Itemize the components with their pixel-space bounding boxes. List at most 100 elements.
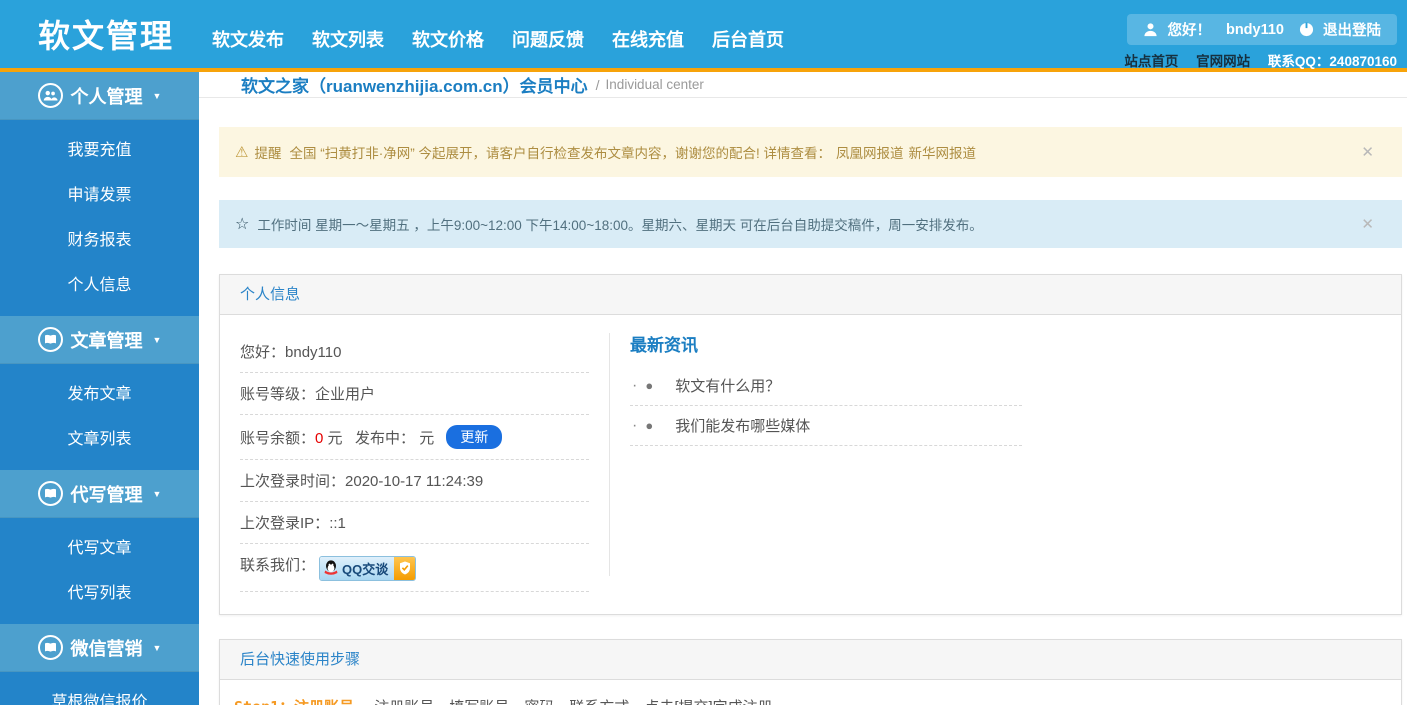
publishing-unit: 元: [415, 430, 435, 447]
greeting-label: 您好：: [240, 344, 286, 361]
close-icon[interactable]: ✕: [1361, 215, 1374, 233]
site-home-link[interactable]: 站点首页: [1124, 54, 1178, 69]
sidebar-item-finance-report[interactable]: 财务报表: [0, 218, 199, 263]
profile-username: bndy110: [285, 344, 342, 361]
bullet-icon: ●: [645, 378, 654, 393]
last-ip-value: ::1: [329, 515, 346, 532]
warning-alert: ⚠ 提醒 全国 “扫黄打非·净网” 今起展开，请客户自行检查发布文章内容，谢谢您…: [219, 127, 1402, 177]
quick-steps-panel: 后台快速使用步骤 Step1：注册账号 注册账号，填写账号、密码、联系方式，点击…: [219, 638, 1402, 705]
profile-row-balance: 账号余额：0 元 发布中： 元 更新: [240, 415, 589, 460]
profile-row-greeting: 您好：bndy110: [240, 331, 589, 373]
sidebar-section-ghostwriting[interactable]: 代写管理 ▼: [0, 470, 199, 518]
last-ip-label: 上次登录IP：: [240, 515, 330, 532]
news-title: 最新资讯: [630, 336, 698, 355]
last-login-label: 上次登录时间：: [240, 473, 346, 490]
news-item-text: 软文有什么用？: [675, 378, 781, 395]
sidebar-section-label: 微信营销: [70, 638, 143, 659]
profile-row-level: 账号等级：企业用户: [240, 373, 589, 415]
step1-text: 注册账号，填写账号、密码、联系方式，点击[提交]完成注册: [374, 699, 772, 705]
chevron-down-icon: ▼: [152, 90, 162, 101]
nav-item-backend-home[interactable]: 后台首页: [698, 20, 798, 58]
nav-item-feedback[interactable]: 问题反馈: [498, 20, 598, 58]
user-icon: [1143, 22, 1158, 37]
qq-chat-label: QQ交谈: [342, 561, 389, 577]
warning-text: 全国 “扫黄打非·净网” 今起展开，请客户自行检查发布文章内容，谢谢您的配合! …: [289, 146, 831, 161]
sidebar-item-invoice[interactable]: 申请发票: [0, 173, 199, 218]
book-icon: [37, 327, 63, 352]
bullet-icon: ·: [632, 416, 638, 434]
book-icon: [37, 481, 63, 506]
sidebar-item-publish-article[interactable]: 发布文章: [0, 372, 199, 417]
sidebar-item-personal-info[interactable]: 个人信息: [0, 263, 199, 308]
greeting-text: 您好！: [1167, 23, 1211, 39]
warning-link-xinhua[interactable]: 新华网报道: [908, 142, 976, 162]
top-nav: 软文发布 软文列表 软文价格 问题反馈 在线充值 后台首页: [198, 20, 798, 58]
personal-info-panel: 个人信息 您好：bndy110 账号等级：企业用户 账号余额：0 元 发布中： …: [219, 274, 1402, 615]
sidebar-section-articles[interactable]: 文章管理 ▼: [0, 316, 199, 364]
profile-row-last-ip: 上次登录IP：::1: [240, 502, 589, 544]
update-button[interactable]: 更新: [446, 425, 503, 449]
chevron-down-icon: ▼: [152, 488, 162, 499]
info-text: 工作时间 星期一～星期五 ，上午9:00~12:00 下午14:00~18:00…: [257, 218, 983, 233]
nav-item-price[interactable]: 软文价格: [398, 20, 498, 58]
step1-label: Step1：注册账号: [234, 698, 354, 705]
sidebar-item-wechat-price[interactable]: 草根微信报价: [0, 680, 199, 705]
sidebar-section-label: 个人管理: [70, 86, 143, 107]
logout-button[interactable]: 退出登陆: [1323, 19, 1381, 40]
contact-label: 联系我们：: [240, 557, 316, 574]
news-item-text: 我们能发布哪些媒体: [675, 418, 811, 435]
sidebar-section-personal[interactable]: 个人管理 ▼: [0, 72, 199, 120]
nav-item-recharge[interactable]: 在线充值: [598, 20, 698, 58]
profile-details: 您好：bndy110 账号等级：企业用户 账号余额：0 元 发布中： 元 更新 …: [220, 315, 609, 614]
publishing-label: 发布中：: [355, 430, 416, 447]
news-section: 最新资讯 · ● 软文有什么用？ · ● 我们能发布哪些媒体: [610, 315, 1401, 614]
qq-chat-button[interactable]: QQ交谈: [319, 555, 417, 581]
bullet-icon: ●: [645, 418, 654, 433]
sidebar-item-ghostwrite-article[interactable]: 代写文章: [0, 526, 199, 571]
account-level: 企业用户: [315, 386, 376, 403]
nav-item-publish[interactable]: 软文发布: [198, 20, 298, 58]
chevron-down-icon: ▼: [152, 334, 162, 345]
sidebar-section-wechat[interactable]: 微信营销 ▼: [0, 624, 199, 672]
contact-qq-link[interactable]: 联系QQ：240870160: [1268, 54, 1397, 69]
app-logo: 软文管理: [38, 18, 175, 54]
users-icon: [37, 83, 63, 108]
warning-link-fenghuang[interactable]: 凤凰网报道: [836, 142, 904, 162]
panel-title: 个人信息: [220, 275, 1401, 315]
user-pill: 您好！ bndy110 退出登陆: [1127, 14, 1397, 45]
info-alert: ☆ 工作时间 星期一～星期五 ，上午9:00~12:00 下午14:00~18:…: [219, 200, 1402, 248]
warning-icon: ⚠: [235, 144, 249, 161]
sidebar-item-recharge[interactable]: 我要充值: [0, 128, 199, 173]
chevron-down-icon: ▼: [152, 642, 162, 653]
news-list-item[interactable]: · ● 我们能发布哪些媒体: [630, 406, 1022, 446]
profile-row-last-login: 上次登录时间：2020-10-17 11:24:39: [240, 460, 589, 502]
top-header: 软文管理 软文发布 软文列表 软文价格 问题反馈 在线充值 后台首页 您好！ b…: [0, 0, 1407, 72]
close-icon[interactable]: ✕: [1361, 143, 1374, 161]
power-icon: [1299, 22, 1314, 37]
breadcrumb-subtitle: Individual center: [605, 77, 704, 92]
top-links: 站点首页 官网网站 联系QQ：240870160: [1110, 50, 1397, 70]
warning-label: 提醒: [254, 146, 282, 161]
breadcrumb-title: 软文之家（ruanwenzhijia.com.cn）会员中心: [241, 77, 588, 96]
sidebar-item-ghostwrite-list[interactable]: 代写列表: [0, 571, 199, 616]
sidebar-section-label: 代写管理: [70, 484, 143, 505]
level-label: 账号等级：: [240, 386, 316, 403]
nav-item-list[interactable]: 软文列表: [298, 20, 398, 58]
balance-unit: 元: [323, 430, 343, 447]
bullet-icon: ·: [632, 376, 638, 394]
panel-title: 后台快速使用步骤: [220, 639, 1401, 680]
breadcrumb-separator: /: [595, 76, 600, 93]
profile-row-contact: 联系我们： QQ交谈: [240, 544, 589, 592]
sidebar-section-label: 文章管理: [70, 330, 143, 351]
news-list-item[interactable]: · ● 软文有什么用？: [630, 366, 1022, 406]
username-text: bndy110: [1225, 21, 1284, 38]
breadcrumb: 软文之家（ruanwenzhijia.com.cn）会员中心 / Individ…: [199, 72, 1407, 98]
sidebar: 个人管理 ▼ 我要充值 申请发票 财务报表 个人信息 文章管理 ▼ 发布文章 文…: [0, 72, 199, 705]
official-site-link[interactable]: 官网网站: [1196, 54, 1250, 69]
star-icon: ☆: [235, 216, 250, 233]
sidebar-item-article-list[interactable]: 文章列表: [0, 417, 199, 462]
book-icon: [37, 635, 63, 660]
last-login-value: 2020-10-17 11:24:39: [345, 473, 484, 490]
balance-label: 账号余额：: [240, 430, 316, 447]
qq-verified-shield-icon: [394, 556, 416, 580]
